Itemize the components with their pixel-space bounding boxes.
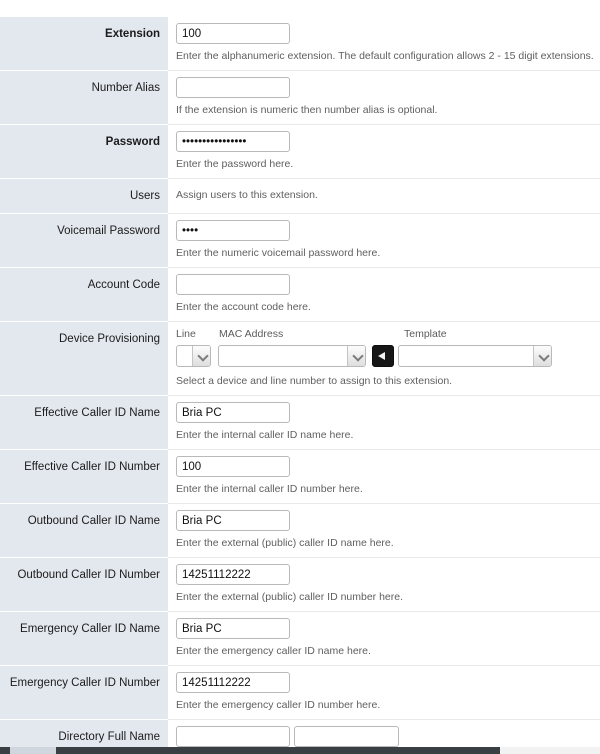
field-description-number-alias: If the extension is numeric then number …: [176, 104, 438, 116]
password-input-voicemail-password[interactable]: [176, 220, 290, 241]
field-control-emergency-caller-id-name: Enter the emergency caller ID name here.: [168, 611, 600, 666]
field-control-device-provisioning: Line MAC Address Template Select a device a…: [168, 321, 600, 396]
field-description-account-code: Enter the account code here.: [176, 301, 311, 313]
column-header-template: Template: [404, 328, 447, 340]
form-row-emergency-caller-id-number: Emergency Caller ID Number Enter the emer…: [0, 665, 600, 720]
field-description-effective-caller-id-name: Enter the internal caller ID name here.: [176, 429, 354, 441]
field-label-device-provisioning: Device Provisioning: [0, 321, 168, 396]
field-description-emergency-caller-id-name: Enter the emergency caller ID name here.: [176, 645, 371, 657]
text-input-effective-caller-id-number[interactable]: [176, 456, 290, 477]
text-input-extension[interactable]: [176, 23, 290, 44]
mac-address-select-value: [219, 346, 347, 366]
column-header-mac-address: MAC Address: [219, 328, 284, 340]
form-row-outbound-caller-id-name: Outbound Caller ID Name Enter the externa…: [0, 503, 600, 558]
text-input-effective-caller-id-name[interactable]: [176, 402, 290, 423]
field-label-users: Users: [0, 178, 168, 214]
field-label-outbound-caller-id-name: Outbound Caller ID Name: [0, 503, 168, 558]
field-label-password: Password: [0, 124, 168, 179]
line-select-value: [177, 346, 192, 366]
form-row-directory-full-name: Directory Full NameEnter the first name …: [0, 719, 600, 747]
field-control-extension: Enter the alphanumeric extension. The de…: [168, 17, 600, 71]
field-control-outbound-caller-id-name: Enter the external (public) caller ID na…: [168, 503, 600, 558]
field-label-outbound-caller-id-number: Outbound Caller ID Number: [0, 557, 168, 612]
horizontal-scrollbar[interactable]: [0, 747, 600, 754]
field-label-effective-caller-id-name: Effective Caller ID Name: [0, 395, 168, 450]
field-control-emergency-caller-id-number: Enter the emergency caller ID number her…: [168, 665, 600, 720]
field-control-effective-caller-id-name: Enter the internal caller ID name here.: [168, 395, 600, 450]
form-row-password: Password Enter the password here.: [0, 124, 600, 179]
field-label-number-alias: Number Alias: [0, 70, 168, 125]
field-description-voicemail-password: Enter the numeric voicemail password her…: [176, 247, 381, 259]
text-input-directory-full-name-last[interactable]: [294, 726, 399, 747]
column-header-line: Line: [176, 328, 196, 340]
form-row-number-alias: Number Alias If the extension is numeric …: [0, 70, 600, 125]
form-row-voicemail-password: Voicemail Password Enter the numeric voic…: [0, 213, 600, 268]
field-label-emergency-caller-id-name: Emergency Caller ID Name: [0, 611, 168, 666]
text-input-emergency-caller-id-name[interactable]: [176, 618, 290, 639]
field-control-password: Enter the password here.: [168, 124, 600, 179]
device-provisioning-controls: [176, 345, 592, 369]
text-input-number-alias[interactable]: [176, 77, 290, 98]
field-control-account-code: Enter the account code here.: [168, 267, 600, 322]
form-row-users: Users Assign users to this extension.: [0, 178, 600, 214]
extension-form-scroll-area: Extension Enter the alphanumeric extensio…: [0, 17, 600, 747]
field-label-effective-caller-id-number: Effective Caller ID Number: [0, 449, 168, 504]
text-input-outbound-caller-id-name[interactable]: [176, 510, 290, 531]
field-description-outbound-caller-id-number: Enter the external (public) caller ID nu…: [176, 591, 404, 603]
extension-settings-page: Extension Enter the alphanumeric extensio…: [0, 0, 600, 754]
field-control-users: Assign users to this extension.: [168, 178, 600, 214]
field-description-device-provisioning: Select a device and line number to assig…: [176, 375, 453, 387]
form-row-outbound-caller-id-number: Outbound Caller ID Number Enter the exter…: [0, 557, 600, 612]
triangle-left-icon-button[interactable]: [372, 345, 394, 367]
field-label-extension: Extension: [0, 17, 168, 71]
chevron-down-icon[interactable]: [533, 346, 551, 366]
extension-settings-form: Extension Enter the alphanumeric extensio…: [0, 17, 600, 747]
horizontal-scrollbar-thumb[interactable]: [10, 747, 56, 754]
field-label-account-code: Account Code: [0, 267, 168, 322]
text-input-account-code[interactable]: [176, 274, 290, 295]
password-input-password[interactable]: [176, 131, 290, 152]
template-select-value: [399, 346, 533, 366]
form-row-device-provisioning: Device Provisioning Line MAC Address Templa…: [0, 321, 600, 396]
horizontal-scrollbar-track[interactable]: [500, 747, 600, 754]
field-description-password: Enter the password here.: [176, 158, 294, 170]
field-description-effective-caller-id-number: Enter the internal caller ID number here…: [176, 483, 363, 495]
chevron-down-icon[interactable]: [192, 346, 210, 366]
template-select[interactable]: [398, 345, 552, 367]
field-control-number-alias: If the extension is numeric then number …: [168, 70, 600, 125]
form-row-effective-caller-id-name: Effective Caller ID Name Enter the intern…: [0, 395, 600, 450]
mac-address-select[interactable]: [218, 345, 366, 367]
form-row-effective-caller-id-number: Effective Caller ID Number Enter the inte…: [0, 449, 600, 504]
field-label-emergency-caller-id-number: Emergency Caller ID Number: [0, 665, 168, 720]
field-control-effective-caller-id-number: Enter the internal caller ID number here…: [168, 449, 600, 504]
field-description-users: Assign users to this extension.: [176, 189, 318, 201]
field-control-outbound-caller-id-number: Enter the external (public) caller ID nu…: [168, 557, 600, 612]
form-row-extension: Extension Enter the alphanumeric extensio…: [0, 17, 600, 71]
form-row-emergency-caller-id-name: Emergency Caller ID Name Enter the emerge…: [0, 611, 600, 666]
field-control-directory-full-name: Enter the first name followed by the las…: [168, 719, 600, 747]
field-label-voicemail-password: Voicemail Password: [0, 213, 168, 268]
chevron-down-icon[interactable]: [347, 346, 365, 366]
field-description-extension: Enter the alphanumeric extension. The de…: [176, 50, 594, 62]
field-description-emergency-caller-id-number: Enter the emergency caller ID number her…: [176, 699, 381, 711]
form-row-account-code: Account Code Enter the account code here.: [0, 267, 600, 322]
line-select[interactable]: [176, 345, 211, 367]
field-control-voicemail-password: Enter the numeric voicemail password her…: [168, 213, 600, 268]
device-provisioning-column-headers: Line MAC Address Template: [176, 328, 592, 342]
text-input-directory-full-name-first[interactable]: [176, 726, 290, 747]
text-input-outbound-caller-id-number[interactable]: [176, 564, 290, 585]
text-input-emergency-caller-id-number[interactable]: [176, 672, 290, 693]
field-description-outbound-caller-id-name: Enter the external (public) caller ID na…: [176, 537, 394, 549]
field-label-directory-full-name: Directory Full Name: [0, 719, 168, 747]
